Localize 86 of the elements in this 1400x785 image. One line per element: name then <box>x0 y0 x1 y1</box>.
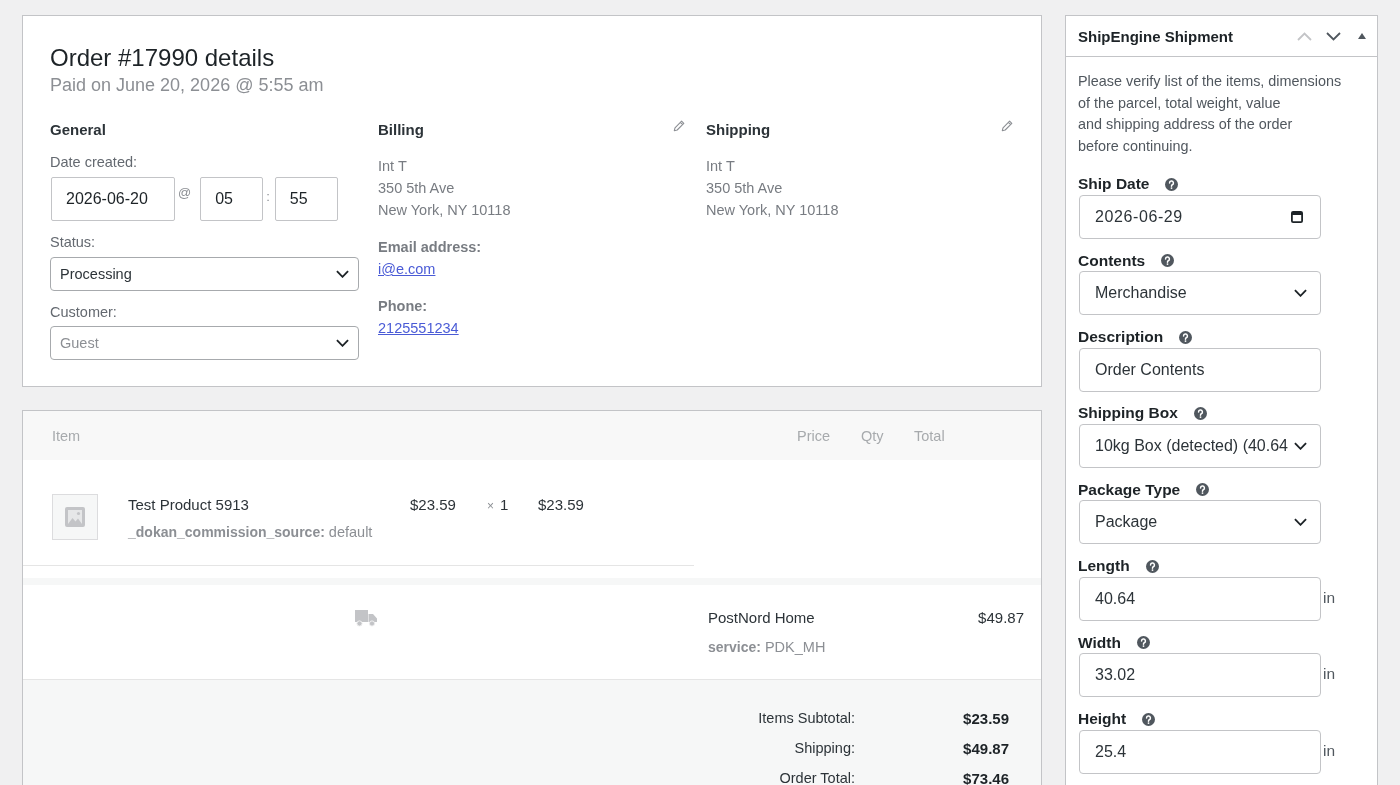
truck-icon <box>355 609 377 627</box>
order-title: Order #17990 details <box>50 43 276 73</box>
totals-label: Order Total: <box>779 770 855 785</box>
field-label: Description <box>1078 328 1164 347</box>
section-heading: General <box>50 120 106 140</box>
meta-key: _dokan_commission_source: <box>128 524 325 540</box>
item-total: $23.59 <box>538 496 584 513</box>
chevron-down-icon <box>1294 289 1307 298</box>
column-header: Total <box>914 427 946 444</box>
field-label: Height <box>1078 710 1127 729</box>
field-label: Date created: <box>50 153 139 172</box>
totals-label: Shipping: <box>794 740 855 756</box>
date-field[interactable]: 2026-06-20 <box>51 177 175 221</box>
help-icon[interactable] <box>1196 483 1210 497</box>
multiply-sign: × <box>487 499 494 513</box>
pencil-icon[interactable] <box>673 120 685 132</box>
select-field[interactable]: Merchandise <box>1079 271 1321 316</box>
help-icon[interactable] <box>1193 407 1207 420</box>
meta-value: PDK_MH <box>764 639 826 655</box>
meta-value: default <box>328 524 373 540</box>
address-line: 350 5th Ave <box>706 179 784 198</box>
help-icon[interactable] <box>1179 330 1193 344</box>
field-label: Shipping Box <box>1078 404 1178 423</box>
number-field[interactable]: 25.4 <box>1079 729 1321 774</box>
pencil-icon[interactable] <box>1001 120 1013 132</box>
number-field[interactable]: 33.02 <box>1079 653 1321 698</box>
calendar-icon[interactable] <box>1291 210 1303 223</box>
address-line: New York, NY 10118 <box>378 201 512 220</box>
chevron-down-icon <box>336 339 349 347</box>
address-line: New York, NY 10118 <box>706 201 840 220</box>
totals-value: $23.59 <box>963 709 1009 727</box>
field-label: Customer: <box>50 303 118 322</box>
section-heading: Billing <box>378 120 424 140</box>
unit-label: in <box>1323 588 1336 607</box>
separator-text: @ <box>178 185 192 201</box>
date-field[interactable]: 2026-06-29 <box>1079 194 1321 239</box>
totals-value: $73.46 <box>963 769 1009 785</box>
field-label: Phone: <box>378 297 429 316</box>
field-label: Width <box>1078 633 1121 652</box>
field-label: Package Type <box>1078 480 1181 499</box>
unit-label: in <box>1323 665 1336 684</box>
separator-text: : <box>266 189 270 205</box>
help-icon[interactable] <box>1145 559 1159 573</box>
item-quantity: 1 <box>500 496 509 513</box>
chevron-down-icon <box>336 270 349 278</box>
text-field[interactable]: Order Contents <box>1079 347 1321 392</box>
section-heading: Shipping <box>706 120 771 140</box>
address-line: 350 5th Ave <box>378 179 456 198</box>
field-label: Ship Date <box>1078 175 1150 194</box>
email-link[interactable]: i@e.com <box>378 261 436 277</box>
unit-label: in <box>1323 741 1336 760</box>
number-field[interactable]: 40.64 <box>1079 576 1321 621</box>
phone-link[interactable]: 2125551234 <box>378 320 459 336</box>
column-header: Item <box>52 427 82 444</box>
column-header: Qty <box>861 427 885 444</box>
help-icon[interactable] <box>1136 636 1150 650</box>
shipping-cost: $49.87 <box>978 608 1024 628</box>
triangle-up-icon[interactable] <box>1358 33 1366 39</box>
minute-field[interactable]: 55 <box>274 177 338 221</box>
shipping-method: PostNord Home <box>708 608 816 628</box>
meta-key: service: <box>708 639 761 655</box>
panel-title: ShipEngine Shipment <box>1078 27 1233 45</box>
chevron-down-icon <box>1294 518 1307 527</box>
product-name: Test Product 5913 <box>128 495 250 515</box>
field-label: Email address: <box>378 238 483 257</box>
chevron-down-icon[interactable] <box>1326 31 1341 41</box>
chevron-down-icon <box>1294 442 1307 450</box>
item-price: $23.59 <box>410 496 456 513</box>
help-icon[interactable] <box>1142 712 1156 726</box>
select-field[interactable]: Package <box>1079 500 1321 545</box>
panel-description: Please verify list of the items, dimensions of the parcel, total weight, value and shipping address of the order before continuing. <box>1078 72 1343 157</box>
field-label: Contents <box>1078 251 1146 270</box>
hour-field[interactable]: 05 <box>200 177 264 221</box>
order-subtitle: Paid on June 20, 2026 @ 5:55 am <box>50 74 325 97</box>
field-label: Status: <box>50 233 97 252</box>
address-line: Int T <box>706 157 736 176</box>
help-icon[interactable] <box>1165 177 1179 191</box>
status-select[interactable]: Processing <box>50 257 359 291</box>
column-header: Price <box>797 427 832 444</box>
help-icon[interactable] <box>1161 254 1175 268</box>
field-label: Length <box>1078 557 1130 576</box>
select-field[interactable]: 10kg Box (detected) (40.64 <box>1079 424 1321 468</box>
totals-label: Items Subtotal: <box>758 710 855 726</box>
image-placeholder-icon <box>52 494 98 540</box>
address-line: Int T <box>378 157 408 176</box>
totals-value: $49.87 <box>963 739 1009 757</box>
